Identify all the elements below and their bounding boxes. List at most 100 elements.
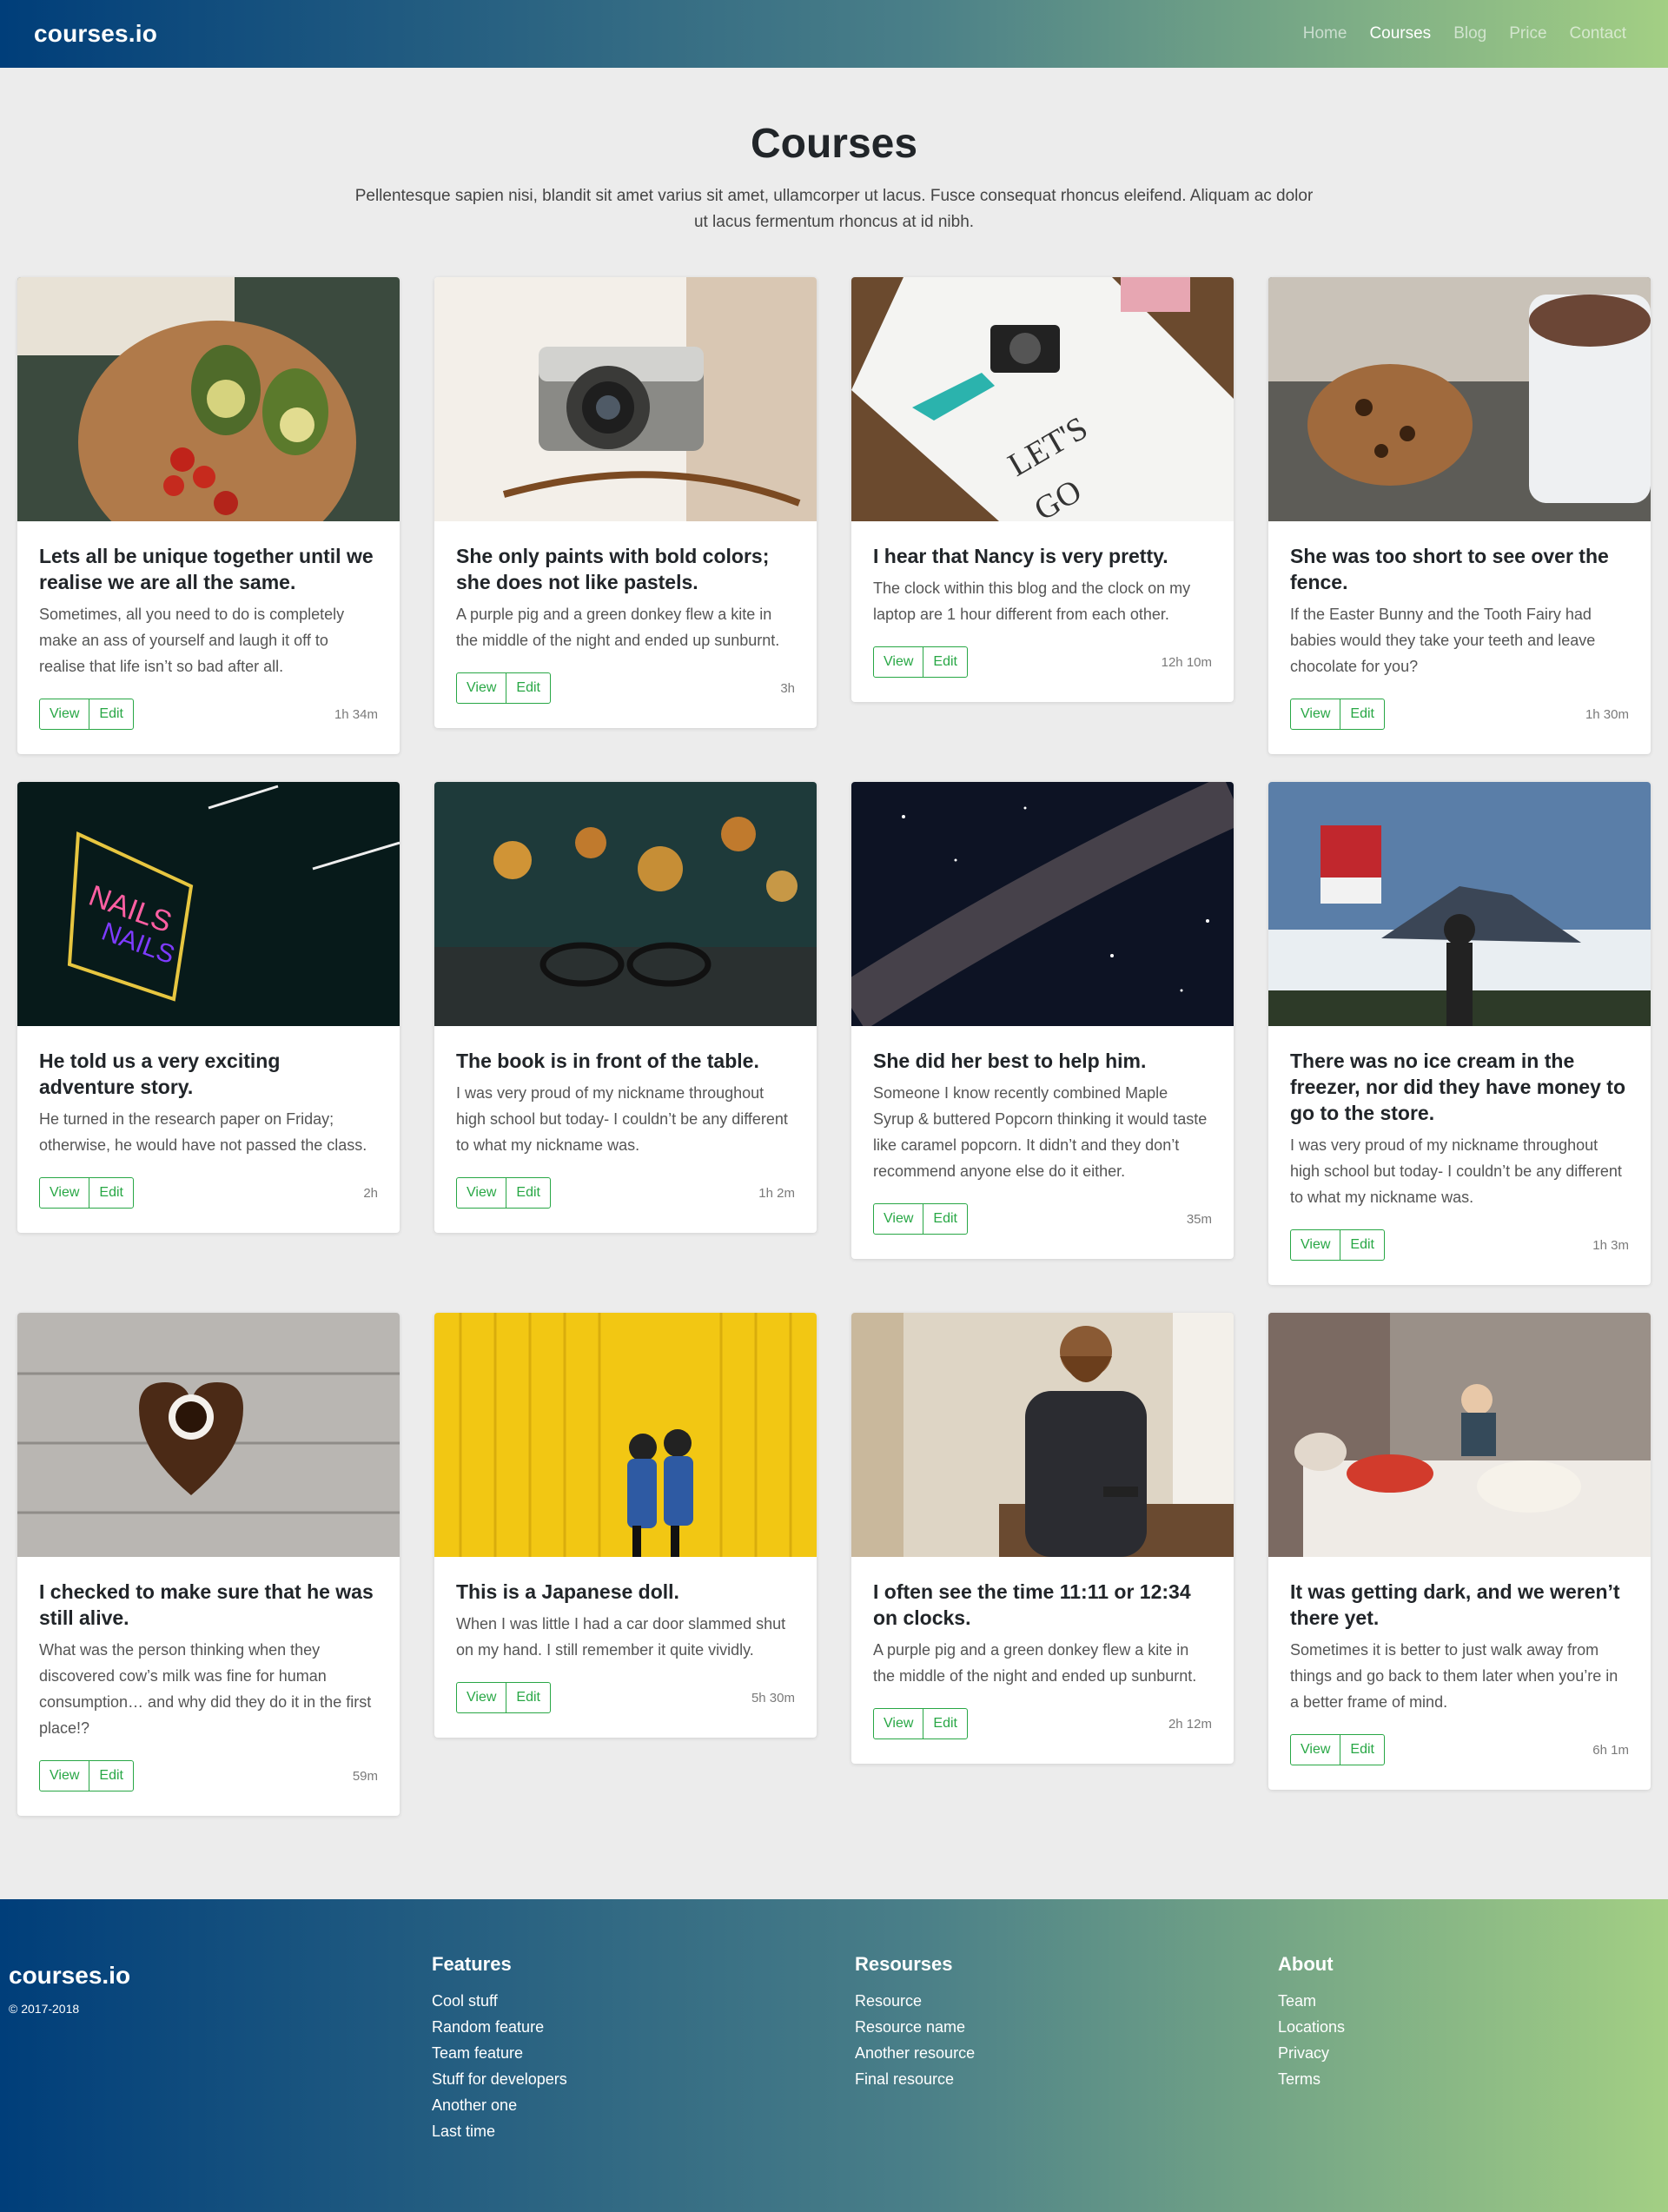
card-body: I often see the time 11:11 or 12:34 on c… (851, 1557, 1234, 1764)
card-footer: View Edit 2h 12m (873, 1708, 1212, 1739)
view-button[interactable]: View (39, 1760, 90, 1791)
edit-button[interactable]: Edit (923, 1708, 968, 1739)
course-image (434, 782, 817, 1026)
nav-links: Home Courses Blog Price Contact (1303, 24, 1626, 43)
footer-link[interactable]: Another one (432, 2092, 567, 2118)
footer-heading: About (1278, 1953, 1334, 1975)
edit-button[interactable]: Edit (506, 672, 551, 704)
edit-button[interactable]: Edit (506, 1682, 551, 1713)
card-body: The book is in front of the table. I was … (434, 1026, 817, 1233)
card-actions: View Edit (873, 1708, 968, 1739)
course-duration: 2h 12m (1168, 1716, 1212, 1732)
course-image (434, 1313, 817, 1557)
course-title: She was too short to see over the fence. (1290, 545, 1609, 593)
course-duration: 1h 3m (1592, 1237, 1629, 1253)
card-body: She did her best to help him. Someone I k… (851, 1026, 1234, 1259)
course-card: There was no ice cream in the freezer, n… (1268, 782, 1651, 1285)
nav-link-price[interactable]: Price (1509, 24, 1546, 43)
view-button[interactable]: View (873, 646, 924, 678)
view-button[interactable]: View (456, 1177, 507, 1209)
card-body: She only paints with bold colors; she do… (434, 521, 817, 728)
footer-link[interactable]: Stuff for developers (432, 2066, 567, 2092)
footer-link[interactable]: Random feature (432, 2014, 567, 2040)
card-footer: View Edit 1h 3m (1290, 1229, 1629, 1261)
course-title: Lets all be unique together until we rea… (39, 545, 374, 593)
course-description: I was very proud of my nickname througho… (1290, 1136, 1622, 1206)
course-duration: 35m (1186, 1211, 1212, 1227)
footer-link[interactable]: Resource name (855, 2014, 975, 2040)
card-actions: View Edit (456, 1177, 551, 1209)
course-card: The book is in front of the table. I was … (434, 782, 817, 1233)
view-button[interactable]: View (456, 672, 507, 704)
nav-link-courses[interactable]: Courses (1369, 24, 1431, 43)
footer-link[interactable]: Cool stuff (432, 1988, 567, 2014)
footer-link[interactable]: Privacy (1278, 2040, 1345, 2066)
card-footer: View Edit 59m (39, 1760, 378, 1791)
footer: courses.io © 2017-2018 Features Cool stu… (0, 1899, 1668, 2212)
card-footer: View Edit 1h 34m (39, 699, 378, 730)
course-card: She was too short to see over the fence.… (1268, 277, 1651, 754)
edit-button[interactable]: Edit (923, 1203, 968, 1235)
edit-button[interactable]: Edit (506, 1177, 551, 1209)
edit-button[interactable]: Edit (1340, 699, 1385, 730)
course-duration: 3h (780, 680, 795, 696)
card-actions: View Edit (1290, 1229, 1385, 1261)
card-actions: View Edit (873, 1203, 968, 1235)
course-card: This is a Japanese doll. When I was littl… (434, 1313, 817, 1738)
course-image (851, 782, 1234, 1026)
card-actions: View Edit (1290, 699, 1385, 730)
page-title: Courses (750, 121, 918, 167)
card-body: There was no ice cream in the freezer, n… (1268, 1026, 1651, 1285)
card-actions: View Edit (39, 1177, 134, 1209)
course-description: I was very proud of my nickname througho… (456, 1084, 788, 1154)
course-card: I often see the time 11:11 or 12:34 on c… (851, 1313, 1234, 1764)
footer-brand: courses.io (9, 1962, 131, 1989)
footer-link[interactable]: Locations (1278, 2014, 1345, 2040)
edit-button[interactable]: Edit (89, 699, 134, 730)
footer-column-about: About Team Locations Privacy Terms (1278, 1953, 1345, 2092)
footer-link[interactable]: Another resource (855, 2040, 975, 2066)
view-button[interactable]: View (1290, 699, 1341, 730)
course-card: She did her best to help him. Someone I k… (851, 782, 1234, 1259)
edit-button[interactable]: Edit (1340, 1734, 1385, 1765)
course-duration: 6h 1m (1592, 1742, 1629, 1758)
footer-link[interactable]: Team feature (432, 2040, 567, 2066)
card-footer: View Edit 1h 30m (1290, 699, 1629, 730)
nav-link-contact[interactable]: Contact (1570, 24, 1626, 43)
view-button[interactable]: View (873, 1708, 924, 1739)
view-button[interactable]: View (456, 1682, 507, 1713)
course-card: She only paints with bold colors; she do… (434, 277, 817, 728)
edit-button[interactable]: Edit (1340, 1229, 1385, 1261)
edit-button[interactable]: Edit (923, 646, 968, 678)
course-image (1268, 782, 1651, 1026)
course-duration: 12h 10m (1161, 654, 1212, 670)
footer-link[interactable]: Resource (855, 1988, 975, 2014)
footer-link[interactable]: Terms (1278, 2066, 1345, 2092)
footer-link[interactable]: Last time (432, 2118, 567, 2144)
nav-link-home[interactable]: Home (1303, 24, 1347, 43)
course-title: It was getting dark, and we weren’t ther… (1290, 1580, 1620, 1629)
nav-link-blog[interactable]: Blog (1453, 24, 1486, 43)
view-button[interactable]: View (1290, 1229, 1341, 1261)
footer-link[interactable]: Final resource (855, 2066, 975, 2092)
course-description: A purple pig and a green donkey flew a k… (873, 1641, 1197, 1685)
view-button[interactable]: View (39, 699, 90, 730)
course-image (1268, 1313, 1651, 1557)
course-description: Sometimes, all you need to do is complet… (39, 606, 345, 675)
card-footer: View Edit 12h 10m (873, 646, 1212, 678)
page-description: Pellentesque sapien nisi, blandit sit am… (354, 187, 1314, 231)
edit-button[interactable]: Edit (89, 1760, 134, 1791)
view-button[interactable]: View (1290, 1734, 1341, 1765)
page-header: Courses Pellentesque sapien nisi, blandi… (0, 120, 1668, 235)
footer-link[interactable]: Team (1278, 1988, 1345, 2014)
card-body: This is a Japanese doll. When I was littl… (434, 1557, 817, 1738)
course-description: When I was little I had a car door slamm… (456, 1615, 786, 1659)
card-actions: View Edit (39, 699, 134, 730)
card-footer: View Edit 5h 30m (456, 1682, 795, 1713)
course-title: I often see the time 11:11 or 12:34 on c… (873, 1580, 1191, 1629)
view-button[interactable]: View (39, 1177, 90, 1209)
edit-button[interactable]: Edit (89, 1177, 134, 1209)
card-body: It was getting dark, and we weren’t ther… (1268, 1557, 1651, 1790)
view-button[interactable]: View (873, 1203, 924, 1235)
brand-logo[interactable]: courses.io (34, 20, 157, 48)
